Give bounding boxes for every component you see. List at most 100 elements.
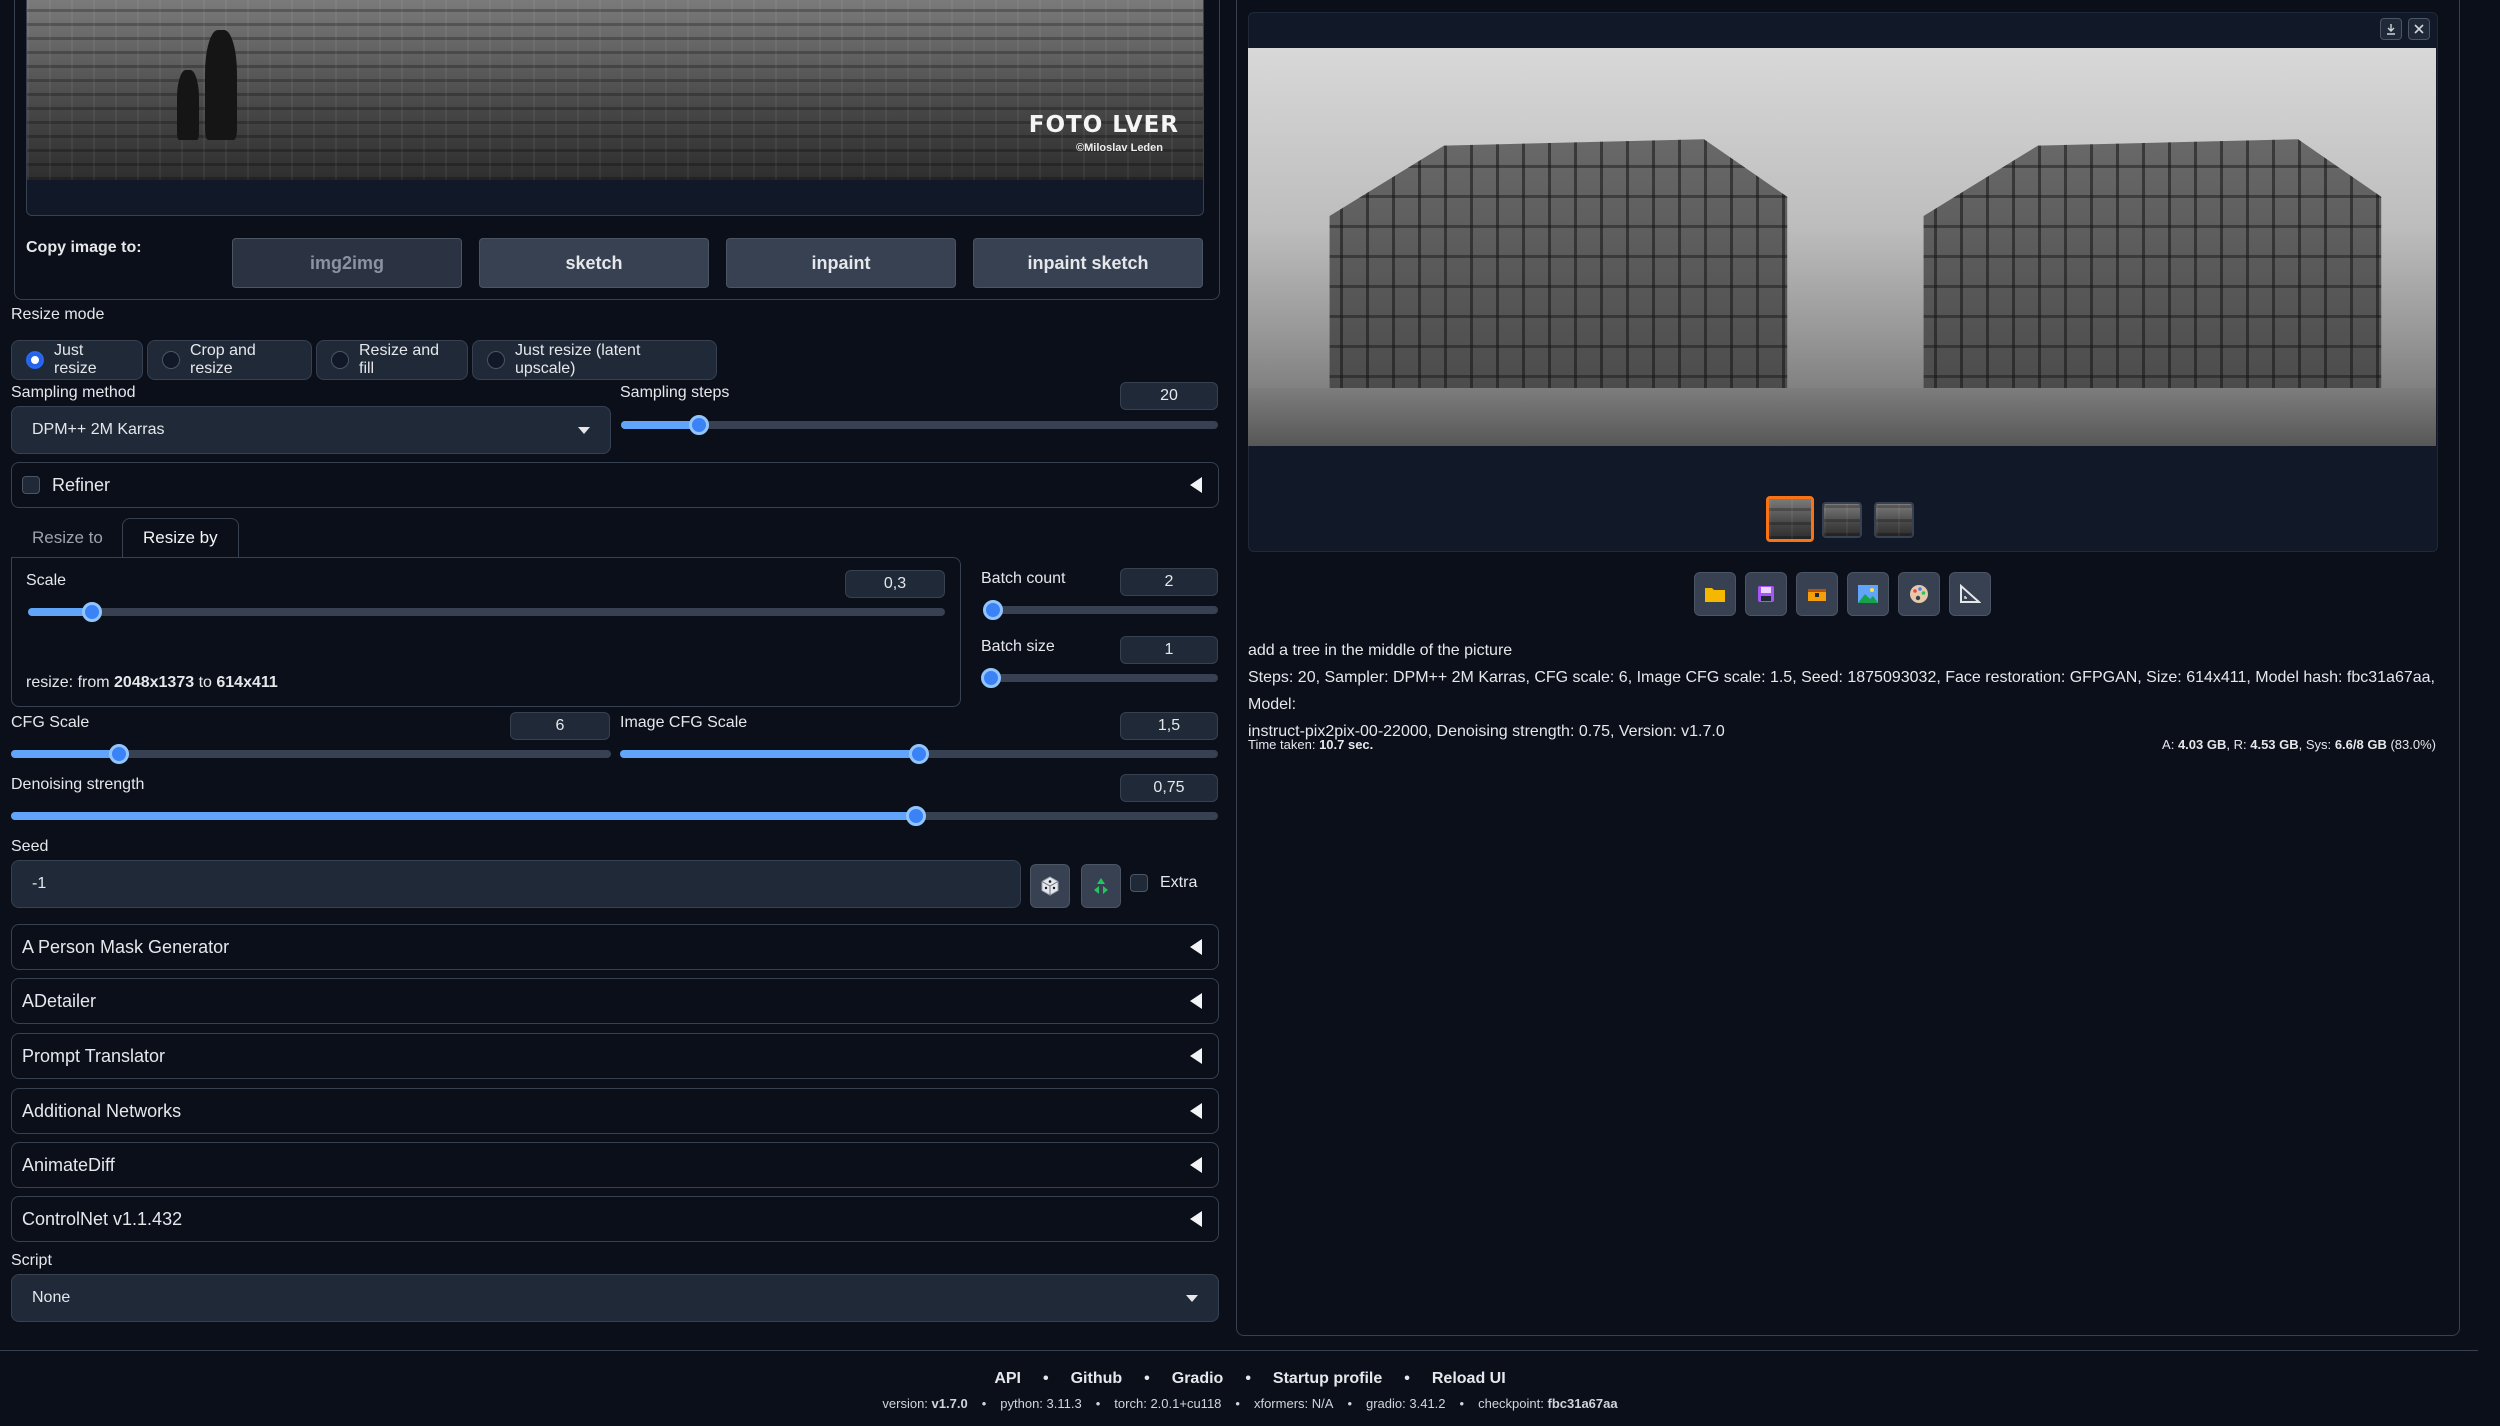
gallery-thumbnail-2[interactable] [1874, 502, 1914, 538]
open-folder-button[interactable] [1694, 572, 1736, 616]
radio-dot [487, 351, 505, 369]
sampling-steps-slider[interactable] [621, 415, 1218, 435]
collapse-triangle-icon [1190, 1048, 1202, 1064]
api-link[interactable]: API [994, 1370, 1021, 1388]
denoising-slider[interactable] [11, 806, 1218, 826]
refiner-accordion[interactable]: Refiner [11, 462, 1219, 508]
separator: • [981, 1396, 987, 1411]
collapse-triangle-icon [1190, 993, 1202, 1009]
batch-count-label: Batch count [981, 570, 1066, 587]
close-gallery-button[interactable] [2408, 18, 2430, 40]
mem-sys-value: 6.6/8 GB [2334, 737, 2387, 752]
separator: • [1042, 1370, 1049, 1387]
thumbnail-image [1769, 499, 1811, 539]
tab-resize-to[interactable]: Resize to [12, 518, 123, 558]
copy-to-inpaint-sketch-button[interactable]: inpaint sketch [973, 238, 1203, 288]
tab-resize-by[interactable]: Resize by [122, 518, 239, 558]
accordion-person-mask-generator[interactable]: A Person Mask Generator [11, 924, 1219, 970]
startup-profile-link[interactable]: Startup profile [1273, 1370, 1382, 1388]
cfg-scale-input[interactable]: 6 [510, 712, 610, 740]
slider-thumb[interactable] [109, 744, 129, 764]
image-cfg-scale-input[interactable]: 1,5 [1120, 712, 1218, 740]
slider-thumb[interactable] [688, 415, 709, 435]
random-seed-button[interactable] [1030, 864, 1070, 908]
copy-image-label: Copy image to: [26, 239, 142, 256]
mem-a-label: A: [2162, 737, 2175, 752]
resize-info-prefix: resize: from [26, 674, 110, 691]
palette-icon [1910, 585, 1928, 603]
seed-label: Seed [11, 838, 49, 855]
gallery-thumbnail-1[interactable] [1822, 502, 1862, 538]
time-taken: Time taken: 10.7 sec. [1248, 737, 1373, 752]
batch-size-input[interactable]: 1 [1120, 636, 1218, 664]
denoising-input[interactable]: 0,75 [1120, 774, 1218, 802]
resize-mode-label: Resize mode [11, 306, 105, 323]
copy-to-sketch-button[interactable]: sketch [479, 238, 709, 288]
gallery-thumbnail-grid[interactable] [1766, 496, 1814, 542]
separator: • [1347, 1396, 1352, 1411]
zip-button[interactable] [1796, 572, 1838, 616]
gradio-link[interactable]: Gradio [1172, 1370, 1224, 1388]
slider-thumb[interactable] [981, 668, 1001, 688]
accordion-prompt-translator[interactable]: Prompt Translator [11, 1033, 1219, 1079]
sampling-method-dropdown[interactable]: DPM++ 2M Karras [11, 406, 611, 454]
save-icon [1758, 586, 1774, 602]
result-image-2[interactable] [1842, 48, 2436, 446]
github-link[interactable]: Github [1071, 1370, 1123, 1388]
scale-slider[interactable] [28, 602, 945, 622]
accordion-animatediff[interactable]: AnimateDiff [11, 1142, 1219, 1188]
batch-size-slider[interactable] [981, 668, 1218, 688]
extra-seed-option[interactable]: Extra [1130, 874, 1197, 892]
slider-thumb[interactable] [909, 744, 929, 764]
accordion-label: ControlNet v1.1.432 [22, 1208, 183, 1229]
scale-input[interactable]: 0,3 [845, 570, 945, 598]
send-to-inpaint-button[interactable] [1898, 572, 1940, 616]
sampling-steps-label: Sampling steps [620, 384, 730, 401]
image-cfg-scale-slider[interactable] [620, 744, 1218, 764]
radio-resize-and-fill[interactable]: Resize and fill [316, 340, 468, 380]
collapse-triangle-icon [1190, 1103, 1202, 1119]
seed-input[interactable]: -1 [11, 860, 1021, 908]
copy-to-img2img-button[interactable]: img2img [232, 238, 462, 288]
seed-value: -1 [32, 875, 47, 892]
copy-to-inpaint-button[interactable]: inpaint [726, 238, 956, 288]
cfg-scale-slider[interactable] [11, 744, 611, 764]
gradio-label: gradio: [1366, 1396, 1406, 1411]
send-to-img2img-button[interactable] [1847, 572, 1889, 616]
batch-count-input[interactable]: 2 [1120, 568, 1218, 596]
radio-crop-and-resize[interactable]: Crop and resize [147, 340, 312, 380]
reload-ui-link[interactable]: Reload UI [1432, 1370, 1506, 1388]
accordion-adetailer[interactable]: ADetailer [11, 978, 1219, 1024]
slider-fill [621, 421, 699, 429]
thumbnail-image [1876, 504, 1912, 536]
generation-prompt: add a tree in the middle of the picture [1248, 642, 1513, 659]
accordion-additional-networks[interactable]: Additional Networks [11, 1088, 1219, 1134]
scale-label: Scale [26, 572, 67, 589]
download-button[interactable] [2380, 18, 2402, 40]
sampling-steps-input[interactable]: 20 [1120, 382, 1218, 410]
source-image-frame: FOTO LVER ©Miloslav Leden [26, 0, 1204, 216]
reuse-seed-button[interactable] [1081, 864, 1121, 908]
result-image-1[interactable] [1248, 48, 1842, 446]
radio-just-resize[interactable]: Just resize [11, 340, 143, 380]
slider-thumb[interactable] [906, 806, 927, 826]
script-dropdown[interactable]: None [11, 1274, 1219, 1322]
mem-a-value: 4.03 GB [2177, 737, 2227, 752]
save-button[interactable] [1745, 572, 1787, 616]
accordion-label: Prompt Translator [22, 1045, 166, 1066]
separator: • [1095, 1396, 1101, 1411]
radio-just-resize-latent[interactable]: Just resize (latent upscale) [472, 340, 717, 380]
batch-count-slider[interactable] [983, 600, 1218, 620]
slider-thumb[interactable] [983, 600, 1003, 620]
mem-pct: (83.0%) [2390, 737, 2436, 752]
refiner-checkbox[interactable] [22, 476, 40, 494]
photo-figure [177, 70, 199, 140]
script-value: None [32, 1289, 71, 1306]
thumbnail-image [1824, 504, 1860, 536]
resize-to: 614x411 [216, 674, 278, 691]
resize-to-word: to [198, 674, 212, 691]
accordion-controlnet[interactable]: ControlNet v1.1.432 [11, 1196, 1219, 1242]
send-to-extras-button[interactable] [1949, 572, 1991, 616]
extra-checkbox[interactable] [1130, 874, 1148, 892]
denoising-label: Denoising strength [11, 776, 145, 793]
